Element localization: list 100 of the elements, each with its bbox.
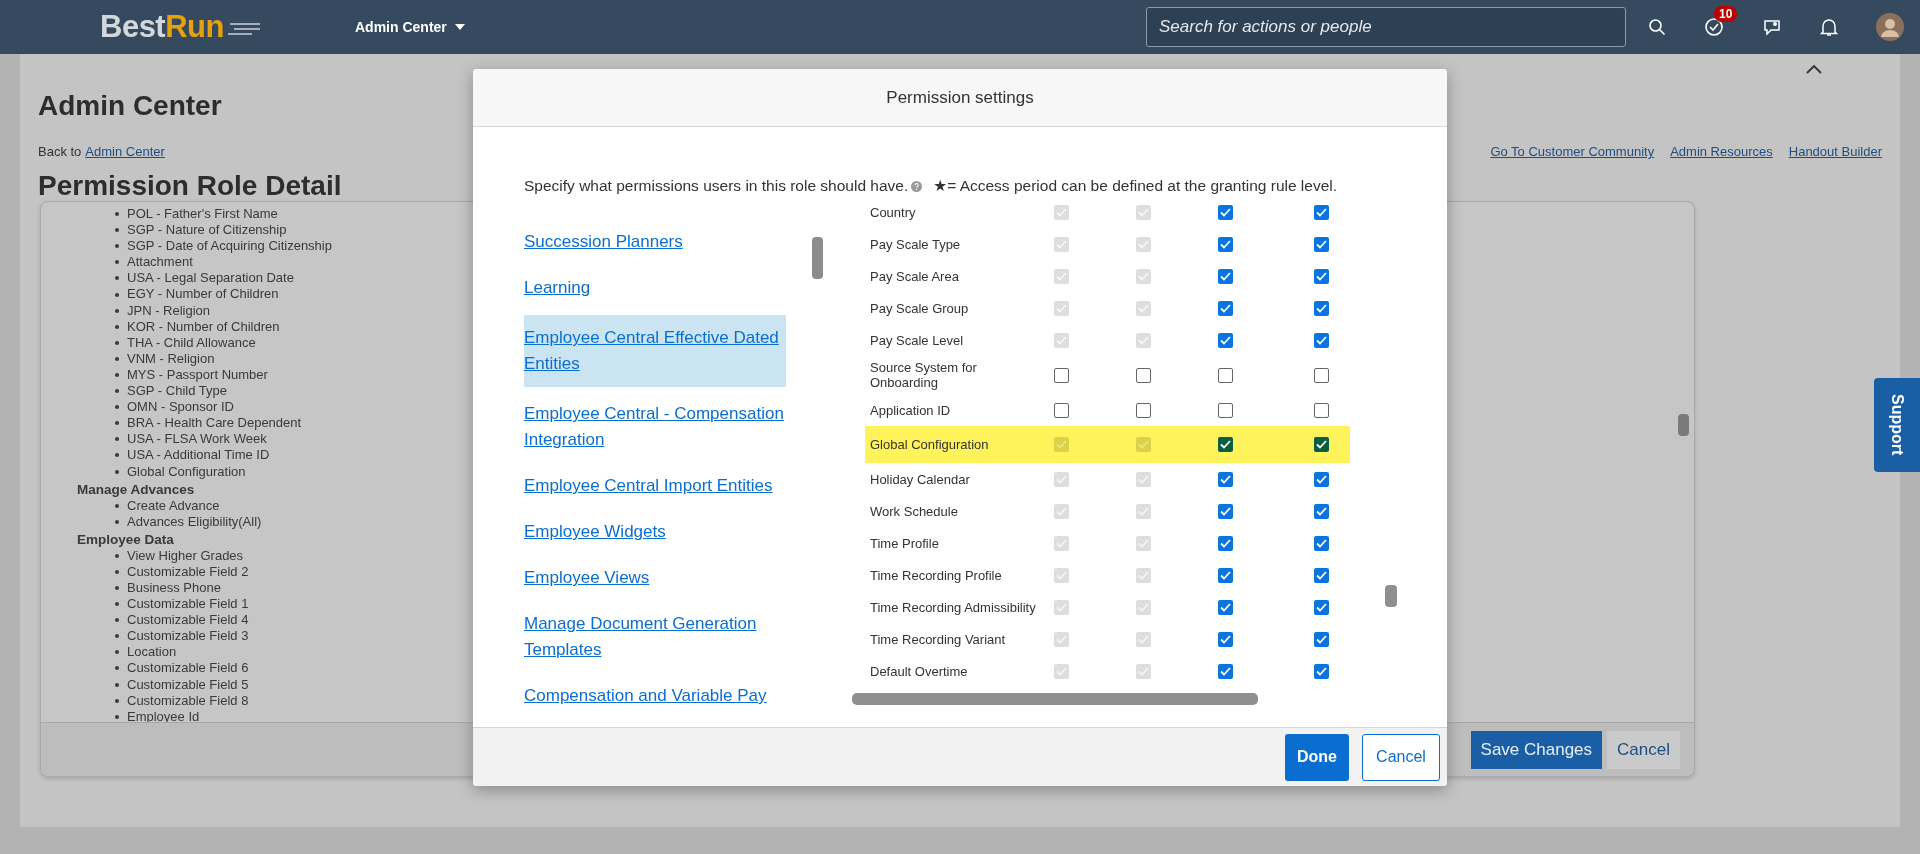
permission-item: Customizable Field 3	[127, 628, 249, 645]
checkbox[interactable]	[1217, 663, 1233, 679]
category-link[interactable]: Employee Central Import Entities	[524, 463, 786, 509]
bullet-icon	[115, 437, 119, 442]
scrollbar-thumb[interactable]	[852, 693, 1258, 705]
checkbox[interactable]	[1313, 236, 1329, 252]
help-icon[interactable]	[911, 180, 923, 192]
done-button[interactable]: Done	[1285, 733, 1349, 781]
checkbox[interactable]	[1313, 503, 1329, 519]
header-link[interactable]: Admin Resources	[1670, 143, 1773, 161]
checkbox[interactable]	[1135, 402, 1151, 418]
permission-name: Default Overtime	[870, 662, 968, 681]
permission-item: USA - FLSA Work Week	[127, 431, 267, 448]
bullet-icon	[115, 260, 119, 265]
support-tab[interactable]: Support	[1874, 378, 1920, 472]
permission-item: Advances Eligibility(All)	[127, 513, 262, 530]
logo-text: Best	[100, 9, 166, 45]
checkbox[interactable]	[1313, 268, 1329, 284]
category-link[interactable]: Employee Widgets	[524, 509, 786, 555]
permission-name: Pay Scale Level	[870, 331, 964, 350]
checkbox[interactable]	[1313, 332, 1329, 348]
checkbox[interactable]	[1313, 663, 1329, 679]
category-link[interactable]: Employee Central - Compensation Integration	[524, 391, 786, 463]
checkbox[interactable]	[1217, 503, 1233, 519]
bullet-icon	[115, 569, 119, 574]
chat-bubble-icon[interactable]	[1762, 17, 1782, 37]
checkbox[interactable]	[1217, 471, 1233, 487]
checkbox[interactable]	[1217, 631, 1233, 647]
checkbox[interactable]	[1313, 471, 1329, 487]
permission-item: Customizable Field 8	[127, 692, 249, 709]
permission-name: Global Configuration	[870, 436, 989, 454]
checkbox[interactable]	[1217, 599, 1233, 615]
scrollbar-thumb[interactable]	[1385, 585, 1397, 607]
save-changes-button[interactable]: Save Changes	[1470, 730, 1603, 769]
collapse-chevron-icon[interactable]	[1806, 64, 1822, 74]
bullet-icon	[115, 292, 119, 297]
category-link[interactable]: Employee Central Effective Dated Entities	[524, 315, 786, 387]
checkbox[interactable]	[1313, 204, 1329, 220]
category-link[interactable]: Learning	[524, 265, 786, 311]
checkbox[interactable]	[1053, 367, 1069, 383]
permission-item: THA - Child Allowance	[127, 334, 256, 351]
bullet-icon	[115, 340, 119, 345]
checkbox[interactable]	[1217, 535, 1233, 551]
permission-name: Time Recording Admissibility	[870, 598, 1036, 617]
permission-name: Holiday Calendar	[870, 470, 970, 489]
bullet-icon	[115, 553, 119, 558]
bullet-icon	[115, 714, 119, 719]
check-circle-icon[interactable]	[1704, 17, 1724, 37]
category-link[interactable]: Compensation and Variable Pay	[524, 673, 786, 716]
permission-name: Pay Scale Type	[870, 235, 961, 254]
checkbox[interactable]	[1217, 236, 1233, 252]
header-link[interactable]: Handout Builder	[1788, 143, 1882, 161]
category-link[interactable]: Succession Planners	[524, 219, 786, 265]
permission-item: VNM - Religion	[127, 350, 215, 367]
bullet-icon	[115, 682, 119, 687]
checkbox[interactable]	[1217, 437, 1233, 452]
checkbox[interactable]	[1313, 402, 1329, 418]
checkbox[interactable]	[1135, 367, 1151, 383]
permission-item: SGP - Child Type	[127, 383, 227, 400]
admin-center-link[interactable]: Admin Center	[85, 143, 165, 161]
permission-item: Global Configuration	[127, 463, 246, 480]
bullet-icon	[115, 324, 119, 329]
permission-item: Customizable Field 5	[127, 676, 249, 693]
search-field[interactable]: Search for actions or people	[1146, 7, 1626, 47]
checkbox[interactable]	[1313, 300, 1329, 316]
permission-item: Customizable Field 4	[127, 612, 249, 629]
checkbox[interactable]	[1313, 367, 1329, 383]
checkbox[interactable]	[1313, 599, 1329, 615]
permission-name: Application ID	[870, 401, 951, 420]
category-link[interactable]: Manage Document Generation Templates	[524, 601, 786, 673]
permission-name: Country	[870, 203, 916, 222]
bullet-icon	[115, 469, 119, 474]
checkbox[interactable]	[1217, 268, 1233, 284]
bullet-icon	[115, 276, 119, 281]
checkbox[interactable]	[1217, 367, 1233, 383]
checkbox[interactable]	[1053, 402, 1069, 418]
checkbox[interactable]	[1217, 332, 1233, 348]
checkbox[interactable]	[1313, 535, 1329, 551]
checkbox[interactable]	[1313, 437, 1329, 452]
header-link[interactable]: Go To Customer Community	[1490, 143, 1655, 161]
search-icon[interactable]	[1648, 18, 1666, 36]
permission-item: JPN - Religion	[127, 302, 211, 319]
admin-center-menu[interactable]: Admin Center	[355, 19, 465, 35]
page-title: Admin Center	[38, 89, 222, 123]
permission-name: Time Recording Profile	[870, 566, 1002, 585]
section-title: Permission Role Detail	[38, 169, 342, 203]
permission-item: Create Advance	[127, 497, 220, 514]
checkbox[interactable]	[1217, 204, 1233, 220]
cancel-button[interactable]: Cancel	[1362, 733, 1440, 781]
cancel-button[interactable]: Cancel	[1607, 730, 1680, 769]
checkbox[interactable]	[1217, 300, 1233, 316]
checkbox[interactable]	[1217, 402, 1233, 418]
checkbox[interactable]	[1313, 631, 1329, 647]
scrollbar-thumb[interactable]	[1678, 414, 1689, 436]
checkbox[interactable]	[1217, 567, 1233, 583]
category-link[interactable]: Employee Views	[524, 555, 786, 601]
avatar-icon[interactable]	[1876, 13, 1904, 41]
scrollbar-thumb[interactable]	[812, 237, 823, 279]
checkbox[interactable]	[1313, 567, 1329, 583]
bell-icon[interactable]	[1820, 17, 1838, 37]
